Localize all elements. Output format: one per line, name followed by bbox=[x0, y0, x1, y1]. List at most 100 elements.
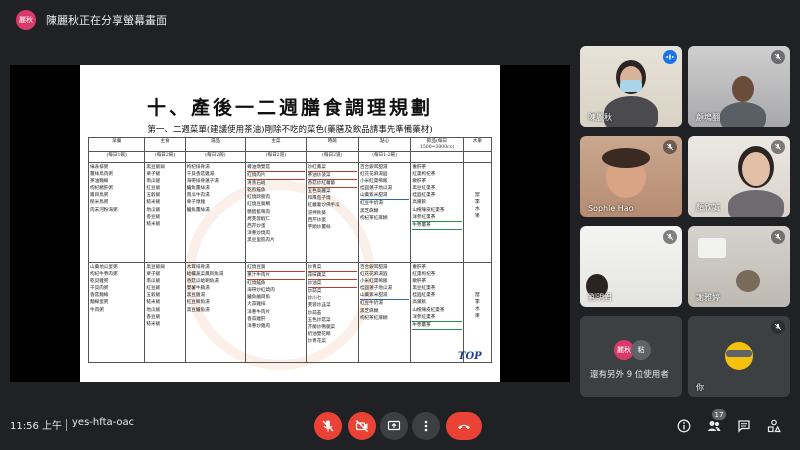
menu-item: 紅豆牛奶湯 bbox=[359, 301, 383, 307]
menu-column-subheader: (每日1-2碗) bbox=[357, 151, 412, 163]
menu-item: 紅豆飯 bbox=[146, 286, 161, 292]
presenter-avatar: 麗秋 bbox=[16, 10, 36, 30]
chat-button[interactable] bbox=[732, 414, 756, 438]
menu-cell: 木耳排骨湯 蛤蠣蔬菜鳳目魚湯 香菇瓜蛤蜊魚湯 雙薯牛腩湯 黑豆雞湯 紅豆鯽魚湯 黑豆鱸魚湯 bbox=[184, 262, 247, 363]
menu-header-row: 早餐 主食 湯品 主菜 時蔬 點心 飲品(每日1500~3000cc) 水果 bbox=[87, 137, 493, 152]
presentation-slide: 十、產後一二週膳食調理規劃 第一、二週菜單(建議使用茶油)剛除不吃的菜色(藥膳及… bbox=[80, 65, 500, 382]
menu-item: 栗子飯 bbox=[146, 172, 161, 178]
participant-tile-6[interactable]: 謝雅婷 bbox=[688, 226, 790, 307]
presenting-banner: 麗秋 陳麗秋正在分享螢幕畫面 bbox=[0, 0, 800, 40]
menu-item: 蔥汁牛肉片 bbox=[247, 272, 305, 281]
menu-item: 山藥地瓜蛋粥 bbox=[90, 265, 118, 270]
menu-item: 栗子飯 bbox=[146, 272, 161, 278]
menu-item: 枸杞茶紅麻糊 bbox=[359, 215, 388, 221]
mic-off-icon bbox=[771, 320, 785, 334]
participant-name: 陳麗秋 bbox=[588, 113, 612, 122]
mic-toggle-button[interactable] bbox=[314, 412, 342, 440]
menu-item: 紅花花麻湯圓 bbox=[359, 272, 388, 278]
camera-toggle-button[interactable] bbox=[348, 412, 376, 440]
menu-cell: 百合銀耳甜湯 紅花花麻湯圓 小米紅棗稀飯 桂圓蓮子地瓜湯 山藥紫米甜湯 紅豆牛奶湯 黑芝麻糊… bbox=[357, 262, 412, 363]
menu-cell: 當季水果 bbox=[462, 262, 493, 363]
present-screen-button[interactable] bbox=[380, 412, 408, 440]
leave-call-button[interactable] bbox=[446, 412, 482, 440]
menu-item: 蒜味藕菜 bbox=[307, 272, 357, 281]
speaking-indicator-icon bbox=[663, 50, 677, 64]
menu-item: 紅燒肉片 bbox=[247, 172, 305, 181]
menu-item: 山藥紫米甜湯 bbox=[359, 192, 410, 201]
menu-item: 果 bbox=[474, 213, 480, 220]
menu-item: 木耳排骨湯 bbox=[186, 265, 210, 270]
menu-item: 洋蔥炒雞肉 bbox=[247, 323, 271, 329]
menu-item: 洋蔥炒燒肉 bbox=[247, 230, 271, 236]
menu-item: 糙米鳥粥 bbox=[90, 200, 109, 206]
menu-item: 紅棗枸杞茶 bbox=[412, 272, 436, 278]
presenting-notice: 陳麗秋正在分享螢幕畫面 bbox=[46, 14, 167, 27]
menu-item: 芙蓉炒韭菜 bbox=[307, 303, 331, 309]
menu-item: 海帶炒紅燒肉 bbox=[247, 288, 275, 294]
menu-item: 牛肉粥 bbox=[90, 307, 104, 313]
participant-tile-1[interactable]: 陳麗秋 bbox=[580, 46, 682, 127]
menu-item: 黑豆雞湯 bbox=[186, 293, 206, 299]
participants-count-badge: 17 bbox=[712, 409, 726, 420]
participant-name: 顧塢翻 bbox=[696, 113, 720, 122]
menu-item: 水 bbox=[474, 206, 480, 213]
activities-button[interactable] bbox=[762, 414, 786, 438]
menu-item: 香豆飯 bbox=[146, 314, 161, 320]
menu-item: 蠔油燉雙菇 bbox=[247, 164, 305, 173]
menu-item: 水 bbox=[474, 306, 480, 313]
meeting-details-button[interactable] bbox=[672, 414, 696, 438]
participant-name: 劉明君 bbox=[588, 293, 612, 302]
menu-item: 五色炒菇菜 bbox=[307, 317, 331, 323]
menu-cell: 枸杞排骨湯 干貝香菇雞湯 海帶排骨蓮子湯 鱸魚薑絲湯 南瓜牛肉湯 栗子燉雞 鱸魚薑絲湯 bbox=[184, 162, 247, 263]
participant-tile-5[interactable]: 劉明君 bbox=[580, 226, 682, 307]
menu-item: 乾貝雞粥 bbox=[90, 279, 109, 285]
person-hair bbox=[602, 148, 650, 168]
info-icon bbox=[677, 419, 691, 433]
person-face bbox=[742, 152, 770, 186]
menu-item: 桂圓蓮子地瓜湯 bbox=[359, 286, 393, 292]
menu-row-week2: 山藥地瓜蛋粥 枸杞牛蒡肉粥 乾貝雞粥 干貝肉粥 香菇麵線 麵線蛋粥 牛肉粥 黑豆飯鍋 栗子飯 南瓜… bbox=[87, 262, 493, 363]
menu-column-subheader bbox=[410, 151, 464, 163]
menu-item: 黑豆飯鍋 bbox=[146, 165, 165, 170]
menu-item: 薑絲鳥肉粥 bbox=[90, 172, 113, 178]
menu-item: 芋頭炒薑絲 bbox=[307, 224, 331, 230]
menu-item: 高纖飲 bbox=[412, 200, 427, 206]
menu-item: 芥蘭炒鴨腿菜 bbox=[307, 324, 336, 330]
others-avatars: 麗秋 粘 bbox=[614, 340, 651, 360]
participant-tile-4[interactable]: 顏欣誠 bbox=[688, 136, 790, 217]
menu-item: 蛤蠣蔬菜鳳目魚湯 bbox=[186, 272, 224, 278]
menu-item: 西芹炒蛋 bbox=[247, 223, 266, 229]
participant-tile-2[interactable]: 顧塢翻 bbox=[688, 46, 790, 127]
person-face bbox=[732, 76, 754, 102]
menu-body: 綠表排粥 薑絲鳥肉粥 茶油麵線 枸杞豬肝粥 鳳目鳥粥 糙米鳥粥 肉末河粉海粥 黑豆飯鍋 栗子飯南… bbox=[87, 162, 493, 363]
menu-item: 茶油炒菠菜 bbox=[307, 172, 357, 181]
shared-screen[interactable]: 十、產後一二週膳食調理規劃 第一、二週菜單(建議使用茶油)剛除不吃的菜色(藥膳及… bbox=[10, 65, 570, 382]
menu-item: 季 bbox=[474, 299, 480, 306]
menu-item: 和風茄子燒 bbox=[307, 196, 331, 202]
menu-item: 南瓜飯 bbox=[146, 179, 161, 185]
participant-tile-3[interactable]: Sophie Hao bbox=[580, 136, 682, 217]
avatar-goggles bbox=[726, 350, 752, 357]
others-tile[interactable]: 麗秋 粘 還有另外 9 位使用者 bbox=[580, 316, 682, 397]
self-name: 你 bbox=[696, 383, 704, 392]
mic-off-icon bbox=[663, 230, 677, 244]
more-options-button[interactable] bbox=[412, 412, 440, 440]
menu-item: 五穀飯 bbox=[146, 193, 161, 199]
menu-item: 肉末河粉海粥 bbox=[90, 207, 118, 213]
menu-column-subheader: (每日2道) bbox=[305, 151, 359, 163]
mic-off-icon bbox=[771, 50, 785, 64]
menu-item: 炒蒜菜 bbox=[307, 289, 322, 295]
menu-item: 五色高麗菜 bbox=[307, 189, 331, 195]
mic-off-icon bbox=[322, 420, 334, 432]
divider bbox=[66, 419, 67, 431]
menu-item: 茶油麵線 bbox=[90, 179, 109, 185]
menu-item: 小米紅棗稀飯 bbox=[359, 279, 388, 285]
menu-item: 炒紅鳳菜 bbox=[307, 164, 357, 173]
slide-subtitle: 第一、二週菜單(建議使用茶油)剛除不吃的菜色(藥膳及飲品請事先準備藥材) bbox=[147, 125, 433, 135]
menu-item: 桂圓紅棗茶 bbox=[412, 293, 436, 299]
menu-item: 雙薯牛腩湯 bbox=[186, 286, 210, 292]
menu-item: 五穀飯 bbox=[146, 293, 161, 299]
self-tile[interactable]: 你 bbox=[688, 316, 790, 397]
menu-cell: 炒青菜 蒜味藕菜 炒油菜 炒蒜菜 炒川七 芙蓉炒韭菜 炒蒜苔 五色炒菇菜 芥蘭炒鴨腿菜 奶油雙花椰… bbox=[305, 262, 359, 363]
menu-item: 香豆飯 bbox=[146, 214, 161, 220]
